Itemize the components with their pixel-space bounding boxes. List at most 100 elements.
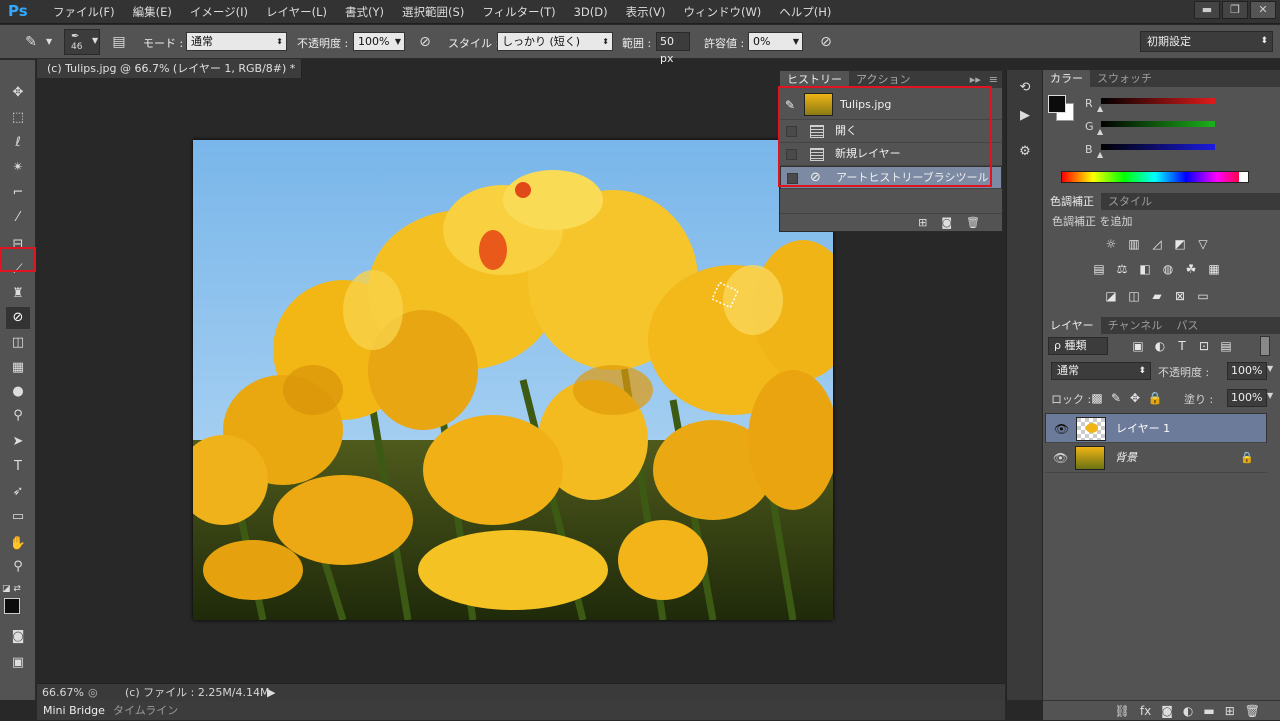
layer-filter-select[interactable]: ρ 種類 xyxy=(1048,337,1108,355)
filter-pixel-icon[interactable]: ▣ xyxy=(1129,338,1147,354)
tab-channels[interactable]: チャンネル xyxy=(1101,317,1170,334)
eraser-tool-icon[interactable]: ◫ xyxy=(6,332,30,354)
exposure-icon[interactable]: ◩ xyxy=(1171,236,1189,252)
black-white-icon[interactable]: ◧ xyxy=(1136,261,1154,277)
menu-help[interactable]: ヘルプ(H) xyxy=(770,4,840,20)
color-spectrum-bar[interactable] xyxy=(1061,171,1249,183)
slider-handle-icon[interactable]: ▲ xyxy=(1097,150,1103,159)
lock-transparent-icon[interactable]: ▩ xyxy=(1088,390,1106,406)
color-foreground-swatch[interactable] xyxy=(1048,95,1066,113)
tolerance-input[interactable]: 0% ▼ xyxy=(748,32,803,51)
chevron-down-icon[interactable]: ▼ xyxy=(1267,391,1273,400)
spectrum-white[interactable] xyxy=(1239,172,1248,182)
layer-row[interactable]: 👁 レイヤー 1 xyxy=(1045,413,1267,443)
tab-adjustments[interactable]: 色調補正 xyxy=(1043,193,1101,210)
color-lookup-icon[interactable]: ▦ xyxy=(1205,261,1223,277)
crop-tool-icon[interactable]: ⌐ xyxy=(6,182,30,204)
layer-name[interactable]: 背景 xyxy=(1115,443,1137,473)
lock-icon[interactable]: 🔒 xyxy=(1240,443,1254,473)
lasso-tool-icon[interactable]: ℓ xyxy=(6,132,30,154)
menu-filter[interactable]: フィルター(T) xyxy=(473,4,564,20)
eyedropper-tool-icon[interactable]: ⁄ xyxy=(6,207,30,229)
new-layer-icon[interactable]: ⊞ xyxy=(1225,701,1235,720)
tool-preset-icon[interactable]: ✎ xyxy=(20,31,42,53)
filter-type-icon[interactable]: T xyxy=(1173,338,1191,354)
color-balance-icon[interactable]: ⚖ xyxy=(1113,261,1131,277)
zoom-level[interactable]: 66.67% xyxy=(42,684,84,701)
link-icon[interactable]: ⛓ xyxy=(1115,701,1130,720)
canvas-image[interactable] xyxy=(193,140,833,620)
properties-panel-icon[interactable]: ⚙ xyxy=(1015,144,1035,164)
new-document-from-state-icon[interactable]: ⊞ xyxy=(918,214,927,231)
layer-name[interactable]: レイヤー 1 xyxy=(1116,414,1170,442)
blur-tool-icon[interactable]: ● xyxy=(6,381,30,403)
quick-mask-icon[interactable]: ◙ xyxy=(6,626,30,648)
tab-timeline[interactable]: タイムライン xyxy=(113,701,178,720)
filter-smart-object-icon[interactable]: ▤ xyxy=(1217,338,1235,354)
tab-mini-bridge[interactable]: Mini Bridge xyxy=(43,701,105,720)
brightness-icon[interactable]: ☼ xyxy=(1102,236,1120,252)
brush-tool-icon[interactable]: ⟋ xyxy=(6,259,30,281)
screen-mode-icon[interactable]: ▣ xyxy=(6,652,30,674)
tab-styles[interactable]: スタイル xyxy=(1101,193,1159,210)
style-select[interactable]: しっかり (短く) ⬍ xyxy=(497,32,613,51)
marquee-tool-icon[interactable]: ⬚ xyxy=(6,107,30,129)
adjustment-layer-icon[interactable]: ◐ xyxy=(1183,701,1193,720)
layer-row[interactable]: 👁 背景 🔒 xyxy=(1045,443,1267,473)
layer-opacity-input[interactable]: 100% xyxy=(1227,362,1267,380)
actions-panel-icon[interactable]: ▶ xyxy=(1015,108,1035,128)
tab-paths[interactable]: パス xyxy=(1169,317,1205,334)
gradient-map-icon[interactable]: ▭ xyxy=(1194,288,1212,304)
document-tab[interactable]: (c) Tulips.jpg @ 66.7% (レイヤー 1, RGB/8#) … xyxy=(37,59,302,94)
rectangle-tool-icon[interactable]: ▭ xyxy=(6,506,30,528)
tab-layers[interactable]: レイヤー xyxy=(1043,317,1101,334)
posterize-icon[interactable]: ◫ xyxy=(1125,288,1143,304)
mode-select[interactable]: 通常 ⬍ xyxy=(186,32,287,51)
healing-brush-tool-icon[interactable]: ⊟ xyxy=(6,234,30,256)
dodge-tool-icon[interactable]: ⚲ xyxy=(6,405,30,427)
menu-window[interactable]: ウィンドウ(W) xyxy=(674,4,770,20)
menu-layer[interactable]: レイヤー(L) xyxy=(257,4,336,20)
slider-handle-icon[interactable]: ▲ xyxy=(1097,104,1103,113)
curves-icon[interactable]: ◿ xyxy=(1148,236,1166,252)
pen-tool-icon[interactable]: ➤ xyxy=(6,431,30,453)
filter-adjustment-icon[interactable]: ◐ xyxy=(1151,338,1169,354)
menu-type[interactable]: 書式(Y) xyxy=(336,4,393,20)
stamp-tool-icon[interactable]: ♜ xyxy=(6,283,30,305)
menu-image[interactable]: イメージ(I) xyxy=(181,4,257,20)
threshold-icon[interactable]: ▰ xyxy=(1148,288,1166,304)
channel-mixer-icon[interactable]: ☘ xyxy=(1182,261,1200,277)
layer-mask-icon[interactable]: ◙ xyxy=(1161,701,1173,720)
path-selection-tool-icon[interactable]: ➶ xyxy=(6,481,30,503)
layer-style-icon[interactable]: fx xyxy=(1140,701,1151,720)
minimize-button[interactable]: ▬ xyxy=(1194,1,1220,19)
chevron-down-icon[interactable]: ▼ xyxy=(1267,364,1273,373)
lock-all-icon[interactable]: 🔒 xyxy=(1146,390,1164,406)
status-arrow-icon[interactable]: ▶ xyxy=(267,684,275,701)
menu-file[interactable]: ファイル(F) xyxy=(44,4,124,20)
red-slider[interactable] xyxy=(1101,98,1215,104)
vibrance-icon[interactable]: ▽ xyxy=(1194,236,1212,252)
menu-view[interactable]: 表示(V) xyxy=(617,4,675,20)
menu-3d[interactable]: 3D(D) xyxy=(565,5,617,19)
restore-button[interactable]: ❐ xyxy=(1222,1,1248,19)
preset-dropdown-arrow[interactable]: ▼ xyxy=(46,37,52,46)
gradient-tool-icon[interactable]: ▦ xyxy=(6,357,30,379)
trash-icon[interactable]: 🗑 xyxy=(1245,701,1260,720)
default-colors-icon[interactable]: ◪ ⇄ xyxy=(2,578,26,600)
lock-position-icon[interactable]: ✥ xyxy=(1126,390,1144,406)
art-history-brush-tool-icon[interactable]: ⊘ xyxy=(6,307,30,329)
foreground-color-swatch[interactable] xyxy=(4,598,20,614)
levels-icon[interactable]: ▥ xyxy=(1125,236,1143,252)
invert-icon[interactable]: ◪ xyxy=(1102,288,1120,304)
tablet-pressure-icon[interactable]: ⊘ xyxy=(414,31,436,53)
workspace-select[interactable]: 初期設定 ⬍ xyxy=(1140,31,1273,52)
brush-panel-icon[interactable]: ▤ xyxy=(108,31,130,53)
zoom-icon[interactable]: ◎ xyxy=(88,684,98,701)
filter-shape-icon[interactable]: ⊡ xyxy=(1195,338,1213,354)
fill-input[interactable]: 100% xyxy=(1227,389,1267,407)
filter-toggle[interactable] xyxy=(1260,336,1270,356)
close-button[interactable]: ✕ xyxy=(1250,1,1276,19)
opacity-input[interactable]: 100% ▼ xyxy=(353,32,405,51)
type-tool-icon[interactable]: T xyxy=(6,456,30,478)
